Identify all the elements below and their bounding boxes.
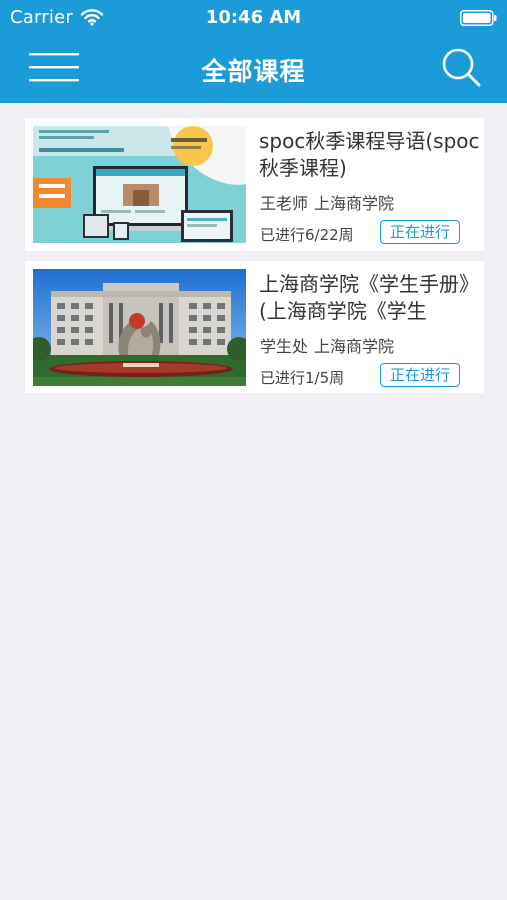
- status-badge: 正在进行: [380, 363, 460, 387]
- status-time: 10:46 AM: [205, 7, 302, 28]
- course-teacher: 学生处: [260, 337, 309, 356]
- course-card[interactable]: spoc秋季课程导语(spoc秋季课程) 王老师 上海商学院 已进行6/22周 正…: [25, 118, 484, 251]
- course-title: spoc秋季课程导语(spoc秋季课程): [259, 129, 480, 180]
- search-icon: [440, 48, 482, 92]
- course-thumbnail: [33, 126, 246, 243]
- course-meta: 学生处 上海商学院: [260, 333, 394, 357]
- course-list: spoc秋季课程导语(spoc秋季课程) 王老师 上海商学院 已进行6/22周 正…: [25, 118, 484, 403]
- course-thumbnail: [33, 269, 246, 386]
- course-title: 上海商学院《学生手册》(上海商学院《学生: [259, 272, 479, 323]
- course-school: 上海商学院: [314, 194, 395, 213]
- status-badge: 正在进行: [380, 220, 460, 244]
- course-meta: 王老师 上海商学院: [260, 190, 394, 214]
- app-header: Carrier 10:46 AM 全部课程: [0, 0, 507, 103]
- page-title: 全部课程: [201, 57, 306, 86]
- status-bar: Carrier 10:46 AM: [0, 0, 507, 36]
- course-teacher: 王老师: [260, 194, 309, 213]
- course-progress: 已进行1/5周: [260, 369, 345, 387]
- course-card[interactable]: 上海商学院《学生手册》(上海商学院《学生 学生处 上海商学院 已进行1/5周 正在…: [25, 261, 484, 393]
- course-progress: 已进行6/22周: [260, 226, 354, 244]
- search-button[interactable]: [440, 46, 482, 88]
- battery-icon: [460, 10, 497, 26]
- course-school: 上海商学院: [314, 337, 395, 356]
